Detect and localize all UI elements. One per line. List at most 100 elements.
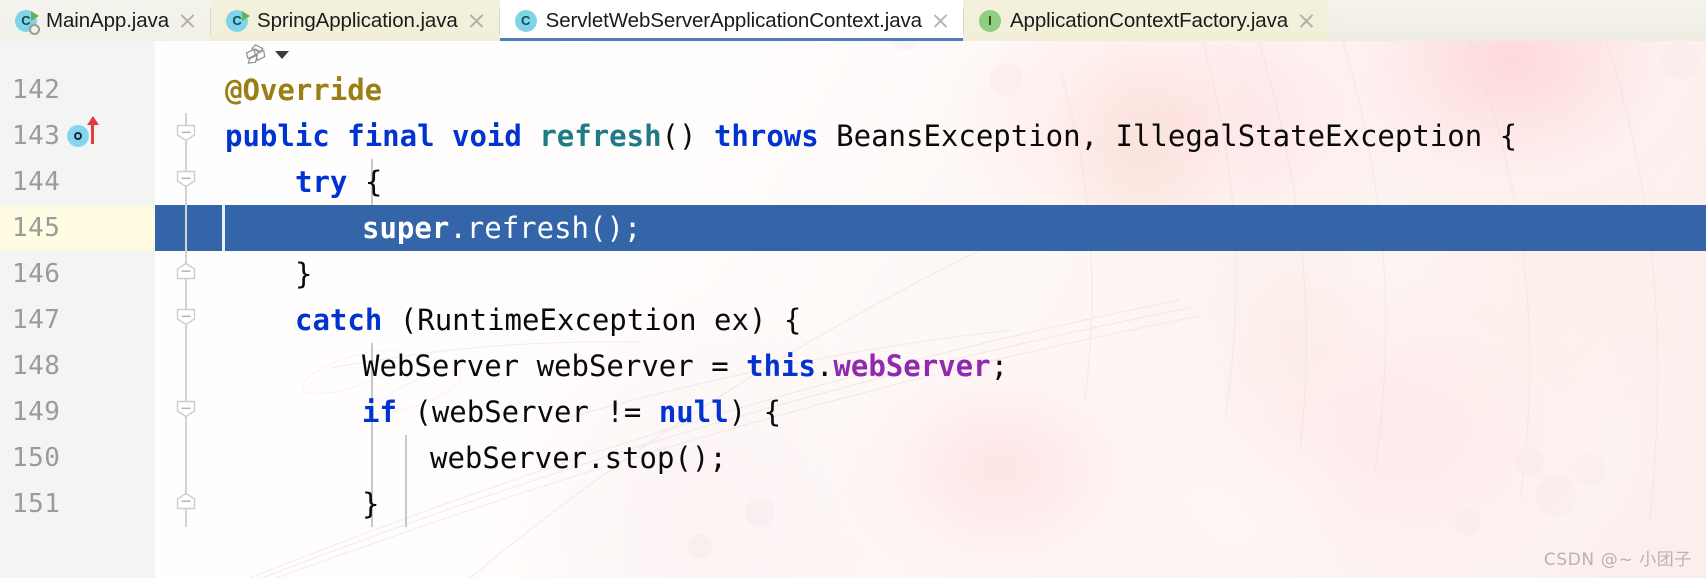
run-arrow-icon [31,10,39,21]
code-text[interactable]: } [295,251,312,297]
java-class-icon: C [514,9,537,32]
code-token: () [661,119,714,153]
fold-cell [155,205,225,251]
fold-collapse-icon[interactable] [176,124,196,142]
run-arrow-icon [242,10,251,21]
code-token: final [347,119,435,153]
line-number: 149 [12,397,61,427]
code-text[interactable]: webServer.stop(); [430,435,727,481]
code-text[interactable]: try { [295,159,382,205]
fold-collapse-icon[interactable] [176,400,196,418]
watermark: CSDN @~ 小团子 [1543,550,1692,570]
indent-guide [371,435,373,481]
code-text[interactable]: if (webServer != null) { [362,389,781,435]
chevron-down-icon[interactable] [275,51,289,59]
code-token: @Override [225,73,383,107]
code-token: ; [990,349,1009,383]
fold-cell [155,297,225,343]
fold-cell [155,113,225,159]
tab-label: ApplicationContextFactory.java [1009,8,1289,32]
code-text[interactable]: catch (RuntimeException ex) { [295,297,801,343]
tab-close-icon[interactable] [931,11,950,30]
line-number: 148 [12,351,61,381]
java-class-runnable-icon: C [15,9,40,35]
override-method-icon[interactable] [67,116,99,147]
code-lines: 142 @Override 143 public final void refresh… [0,67,1706,527]
code-token: void [452,119,522,153]
code-token: BeansException, IllegalStateException { [818,119,1518,153]
code-line[interactable]: 148 WebServer webServer = this. webServer; [0,343,1706,389]
fold-region-line [185,343,187,389]
code-token: webServer [833,349,991,383]
code-line[interactable]: 150 webServer.stop(); [0,435,1706,481]
code-line[interactable]: 149 if (webServer != null) { [0,389,1706,435]
tab-servletwebserverapplicationcontext[interactable]: C ServletWebServerApplicationContext.jav… [499,0,963,41]
fold-cell [155,159,225,205]
code-text[interactable]: WebServer webServer = this. webServer; [362,343,1008,389]
code-editor[interactable]: 142 @Override 143 public final void refresh… [0,41,1706,578]
code-token: .refresh(); [449,211,642,245]
indent-guide [405,481,407,527]
code-line[interactable]: 151} [0,481,1706,527]
code-token: refresh [539,119,662,153]
code-line[interactable]: 143 public final void refresh() throws Be… [0,113,1706,159]
code-line[interactable]: 145 super .refresh(); [0,205,1706,251]
fold-cell [155,389,225,435]
code-token: (RuntimeException ex) { [382,303,802,337]
fold-collapse-icon[interactable] [176,170,196,188]
tab-close-icon[interactable] [178,11,197,30]
ide-editor-window: C MainApp.java C SpringApplication.java … [0,0,1706,578]
line-number: 142 [12,75,61,105]
code-token: } [295,257,313,291]
code-text[interactable]: } [362,481,379,527]
code-token: catch [295,303,383,337]
tab-label: MainApp.java [46,8,170,32]
code-token: } [362,487,380,521]
code-token: (webServer != [396,395,659,429]
config-cog-icon [29,23,40,35]
code-token: webServer.stop(); [430,441,727,475]
fold-expand-icon[interactable] [176,262,196,280]
code-token: throws [713,119,819,153]
code-line[interactable]: 142 @Override [0,67,1706,113]
fold-region-line [185,205,187,251]
fold-expand-icon[interactable] [176,492,196,510]
code-line[interactable]: 144 try { [0,159,1706,205]
code-token: ) { [728,395,782,429]
code-token: public [225,119,330,153]
code-text[interactable]: super .refresh(); [362,205,641,251]
indent-guide [405,435,407,481]
fold-cell [155,67,225,113]
tab-label: ServletWebServerApplicationContext.java [545,8,922,32]
fold-region-line [185,435,187,481]
tab-label: SpringApplication.java [257,8,458,32]
code-token: this [746,349,816,383]
line-number: 145 [0,213,155,243]
tab-springapplication[interactable]: C SpringApplication.java [211,0,499,41]
code-line[interactable]: 146} [0,251,1706,297]
fold-cell [155,435,225,481]
java-class-runnable-icon: C [226,9,251,32]
code-token: super [362,211,450,245]
fold-cell [155,251,225,297]
line-number: 144 [12,167,61,197]
code-text[interactable]: public final void refresh() throws Beans… [225,113,1517,159]
overrides-up-arrow-icon [86,116,99,144]
gutter-marker-cell [60,113,155,159]
code-text[interactable]: @Override [225,67,382,113]
fold-cell [155,343,225,389]
code-token: if [362,395,397,429]
tab-applicationcontextfactory[interactable]: I ApplicationContextFactory.java [963,0,1330,41]
spring-bean-icon[interactable] [243,43,268,65]
tab-close-icon[interactable] [1297,11,1316,30]
java-interface-icon: I [978,9,1001,32]
line-number: 151 [12,489,61,519]
fold-collapse-icon[interactable] [176,308,196,326]
fold-cell [155,481,225,527]
tab-close-icon[interactable] [467,11,486,30]
code-line[interactable]: 147 catch (RuntimeException ex) { [0,297,1706,343]
tab-mainapp[interactable]: C MainApp.java [0,0,211,41]
